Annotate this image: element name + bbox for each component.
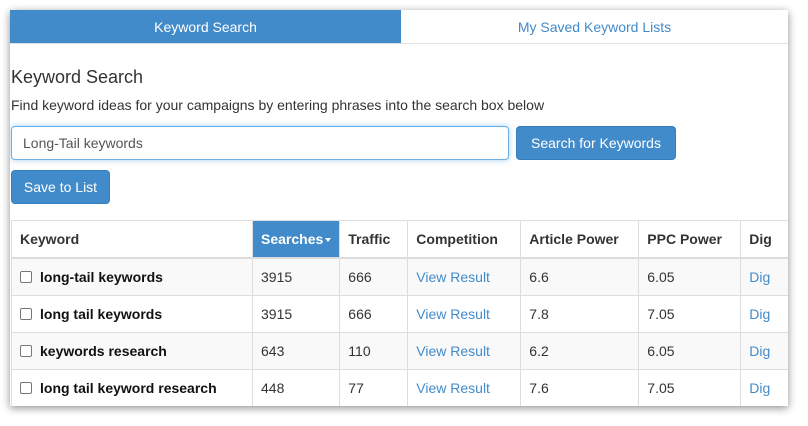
table-row: long tail keywords 3915 666 View Result …	[11, 295, 788, 333]
search-for-keywords-button[interactable]: Search for Keywords	[516, 126, 676, 160]
dig-cell: Dig	[740, 369, 788, 406]
row-checkbox[interactable]	[20, 271, 32, 283]
tab-keyword-search[interactable]: Keyword Search	[10, 10, 401, 43]
row-checkbox[interactable]	[20, 308, 32, 320]
table-row: long-tail keywords 3915 666 View Result …	[11, 257, 788, 296]
keyword-text: keywords research	[40, 343, 167, 359]
competition-cell: View Result	[407, 295, 522, 333]
ppc-power-cell: 6.05	[638, 332, 742, 370]
keyword-text: long tail keywords	[40, 306, 163, 322]
traffic-cell: 110	[339, 332, 409, 370]
keyword-cell: long-tail keywords	[11, 257, 253, 296]
dig-link[interactable]: Dig	[749, 380, 770, 396]
keyword-search-input[interactable]	[11, 126, 509, 160]
ppc-power-cell: 6.05	[638, 257, 742, 296]
dig-link[interactable]: Dig	[749, 269, 770, 285]
ppc-power-cell: 7.05	[638, 295, 742, 333]
tab-bar: Keyword Search My Saved Keyword Lists	[10, 10, 788, 44]
column-header-searches[interactable]: Searches	[251, 220, 341, 259]
column-header-competition[interactable]: Competition	[407, 220, 522, 259]
column-header-searches-label: Searches	[261, 231, 324, 247]
row-checkbox[interactable]	[20, 345, 32, 357]
searches-cell: 643	[251, 332, 341, 370]
article-power-cell: 7.8	[520, 295, 640, 333]
competition-cell: View Result	[407, 369, 522, 406]
view-result-link[interactable]: View Result	[416, 380, 490, 396]
table-row: keywords research 643 110 View Result 6.…	[11, 332, 788, 370]
searches-cell: 448	[251, 369, 341, 406]
view-result-link[interactable]: View Result	[416, 306, 490, 322]
tab-saved-keyword-lists[interactable]: My Saved Keyword Lists	[401, 10, 788, 43]
dig-cell: Dig	[740, 295, 788, 333]
competition-cell: View Result	[407, 332, 522, 370]
dig-cell: Dig	[740, 257, 788, 296]
article-power-cell: 6.6	[520, 257, 640, 296]
searches-cell: 3915	[251, 257, 341, 296]
save-to-list-button[interactable]: Save to List	[11, 170, 110, 204]
table-header-row: Keyword Searches Traffic Competition Art…	[11, 220, 788, 259]
view-result-link[interactable]: View Result	[416, 269, 490, 285]
column-header-article-power[interactable]: Article Power	[520, 220, 640, 259]
traffic-cell: 666	[339, 257, 409, 296]
keyword-cell: keywords research	[11, 332, 253, 370]
traffic-cell: 77	[339, 369, 409, 406]
ppc-power-cell: 7.05	[638, 369, 742, 406]
competition-cell: View Result	[407, 257, 522, 296]
dig-link[interactable]: Dig	[749, 343, 770, 359]
traffic-cell: 666	[339, 295, 409, 333]
row-checkbox[interactable]	[20, 382, 32, 394]
view-result-link[interactable]: View Result	[416, 343, 490, 359]
table-row: long tail keyword research 448 77 View R…	[11, 369, 788, 406]
sort-caret-icon	[325, 238, 332, 242]
dig-cell: Dig	[740, 332, 788, 370]
article-power-cell: 6.2	[520, 332, 640, 370]
keyword-text: long tail keyword research	[40, 380, 217, 396]
dig-link[interactable]: Dig	[749, 306, 770, 322]
column-header-traffic[interactable]: Traffic	[339, 220, 409, 259]
column-header-ppc-power[interactable]: PPC Power	[638, 220, 742, 259]
keyword-cell: long tail keywords	[11, 295, 253, 333]
keyword-results-table: Keyword Searches Traffic Competition Art…	[11, 220, 788, 406]
searches-cell: 3915	[251, 295, 341, 333]
article-power-cell: 7.6	[520, 369, 640, 406]
column-header-keyword[interactable]: Keyword	[11, 220, 253, 259]
column-header-dig[interactable]: Dig	[740, 220, 788, 259]
keyword-text: long-tail keywords	[40, 269, 163, 285]
page-title: Keyword Search	[11, 67, 144, 87]
app-window: Keyword Search My Saved Keyword Lists Ke…	[10, 10, 788, 406]
page-description: Find keyword ideas for your campaigns by…	[11, 97, 545, 113]
keyword-cell: long tail keyword research	[11, 369, 253, 406]
